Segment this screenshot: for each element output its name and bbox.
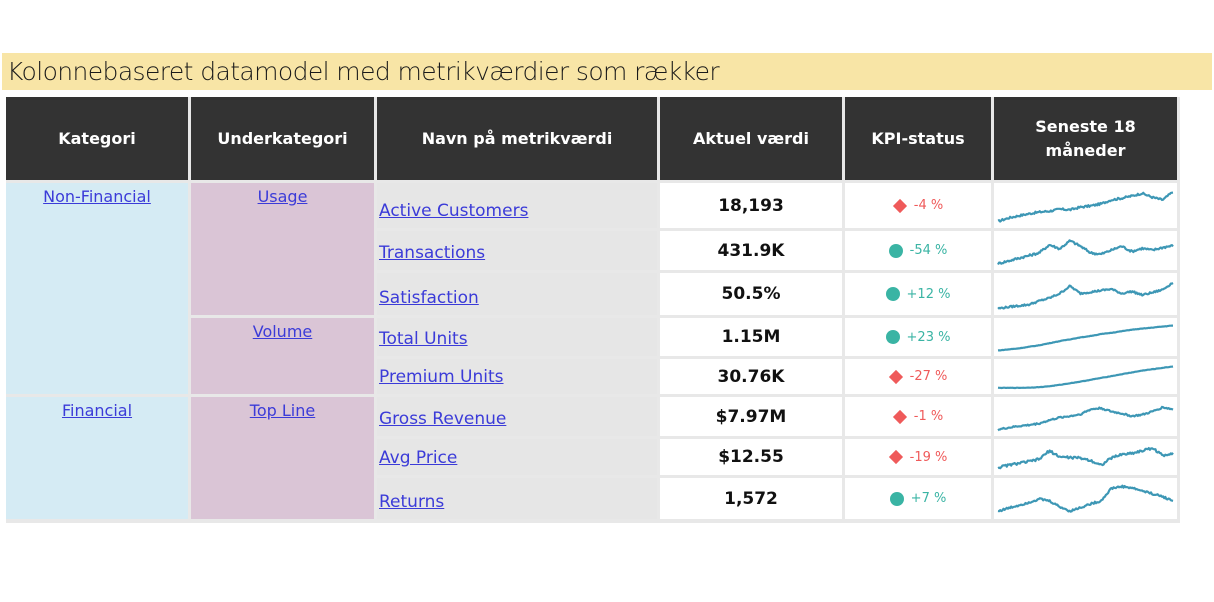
sparkline-cell	[994, 273, 1177, 315]
sparkline-line	[998, 193, 1173, 222]
metric-name-cell: Satisfaction	[377, 273, 657, 315]
sparkline-cell	[994, 439, 1177, 475]
metric-name-cell: Returns	[377, 478, 657, 519]
kpi-status-cell: -54 %	[845, 231, 991, 270]
metric-name-cell: Active Customers	[377, 183, 657, 228]
subcategory-cell: Volume	[191, 318, 374, 394]
sparkline-cell	[994, 231, 1177, 270]
kpi-status-cell: -19 %	[845, 439, 991, 475]
kpi-status-cell: -4 %	[845, 183, 991, 228]
metric-name-link[interactable]: Gross Revenue	[379, 409, 506, 429]
sparkline-cell	[994, 478, 1177, 519]
kpi-percent: -1 %	[914, 409, 943, 424]
diamond-warning-icon	[893, 198, 907, 212]
header-subcategory[interactable]: Underkategori	[191, 97, 374, 180]
sparkline	[996, 185, 1175, 226]
subcategory-cell: Usage	[191, 183, 374, 315]
circle-ok-icon	[886, 330, 900, 344]
metric-name-cell: Premium Units	[377, 359, 657, 394]
kpi-status-cell: -27 %	[845, 359, 991, 394]
sparkline	[996, 320, 1175, 354]
sparkline	[996, 361, 1175, 392]
kpi-percent: +23 %	[907, 330, 951, 345]
kpi-percent: -54 %	[910, 243, 948, 258]
circle-ok-icon	[890, 492, 904, 506]
kpi-status-cell: +23 %	[845, 318, 991, 356]
sparkline-cell	[994, 359, 1177, 394]
sparkline-cell	[994, 183, 1177, 228]
current-value: 18,193	[660, 183, 842, 228]
sparkline	[996, 275, 1175, 313]
circle-ok-icon	[886, 287, 900, 301]
metric-name-link[interactable]: Avg Price	[379, 448, 457, 468]
header-category[interactable]: Kategori	[6, 97, 188, 180]
kpi-percent: +7 %	[911, 491, 947, 506]
page-title: Kolonnebaseret datamodel med metrikværdi…	[7, 57, 719, 86]
sparkline-line	[998, 448, 1173, 468]
kpi-percent: +12 %	[907, 287, 951, 302]
sparkline	[996, 233, 1175, 268]
current-value: 1.15M	[660, 318, 842, 356]
diamond-warning-icon	[893, 409, 907, 423]
current-value: 1,572	[660, 478, 842, 519]
current-value: 30.76K	[660, 359, 842, 394]
header-kpi-status[interactable]: KPI-status	[845, 97, 991, 180]
sparkline-line	[998, 407, 1173, 430]
subcategory-link[interactable]: Usage	[258, 187, 308, 206]
kpi-status-cell: +7 %	[845, 478, 991, 519]
current-value: 431.9K	[660, 231, 842, 270]
metric-name-link[interactable]: Returns	[379, 492, 444, 512]
metric-name-link[interactable]: Active Customers	[379, 201, 528, 221]
subcategory-link[interactable]: Top Line	[250, 401, 315, 420]
kpi-percent: -4 %	[914, 198, 943, 213]
sparkline-cell	[994, 318, 1177, 356]
category-cell: Non-Financial	[6, 183, 188, 394]
current-value: 50.5%	[660, 273, 842, 315]
kpi-status-cell: +12 %	[845, 273, 991, 315]
metric-name-cell: Transactions	[377, 231, 657, 270]
metric-name-link[interactable]: Satisfaction	[379, 288, 479, 308]
diamond-warning-icon	[889, 369, 903, 383]
kpi-status-cell: -1 %	[845, 397, 991, 436]
subcategory-cell: Top Line	[191, 397, 374, 519]
header-metric-name[interactable]: Navn på metrikværdi	[377, 97, 657, 180]
sparkline-line	[998, 486, 1173, 512]
diamond-warning-icon	[889, 450, 903, 464]
metric-name-link[interactable]: Transactions	[379, 243, 485, 263]
sparkline	[996, 480, 1175, 517]
circle-ok-icon	[889, 244, 903, 258]
metric-name-cell: Gross Revenue	[377, 397, 657, 436]
sparkline	[996, 441, 1175, 473]
sparkline-line	[998, 326, 1173, 351]
sparkline-line	[998, 283, 1173, 309]
sparkline-line	[998, 240, 1173, 264]
category-cell: Financial	[6, 397, 188, 519]
header-trend[interactable]: Seneste 18 måneder	[994, 97, 1177, 180]
metric-name-link[interactable]: Total Units	[379, 329, 468, 349]
sparkline-cell	[994, 397, 1177, 436]
current-value: $7.97M	[660, 397, 842, 436]
kpi-percent: -19 %	[910, 450, 948, 465]
sparkline	[996, 399, 1175, 434]
metric-name-link[interactable]: Premium Units	[379, 367, 504, 387]
sparkline-line	[998, 367, 1173, 389]
metric-name-cell: Avg Price	[377, 439, 657, 475]
metrics-table: Kategori Underkategori Navn på metrikvær…	[6, 97, 1180, 523]
category-link[interactable]: Financial	[62, 401, 132, 420]
page-title-bar: Kolonnebaseret datamodel med metrikværdi…	[2, 53, 1212, 90]
subcategory-link[interactable]: Volume	[253, 322, 313, 341]
kpi-percent: -27 %	[910, 369, 948, 384]
metric-name-cell: Total Units	[377, 318, 657, 356]
category-link[interactable]: Non-Financial	[43, 187, 151, 206]
current-value: $12.55	[660, 439, 842, 475]
header-current-value[interactable]: Aktuel værdi	[660, 97, 842, 180]
